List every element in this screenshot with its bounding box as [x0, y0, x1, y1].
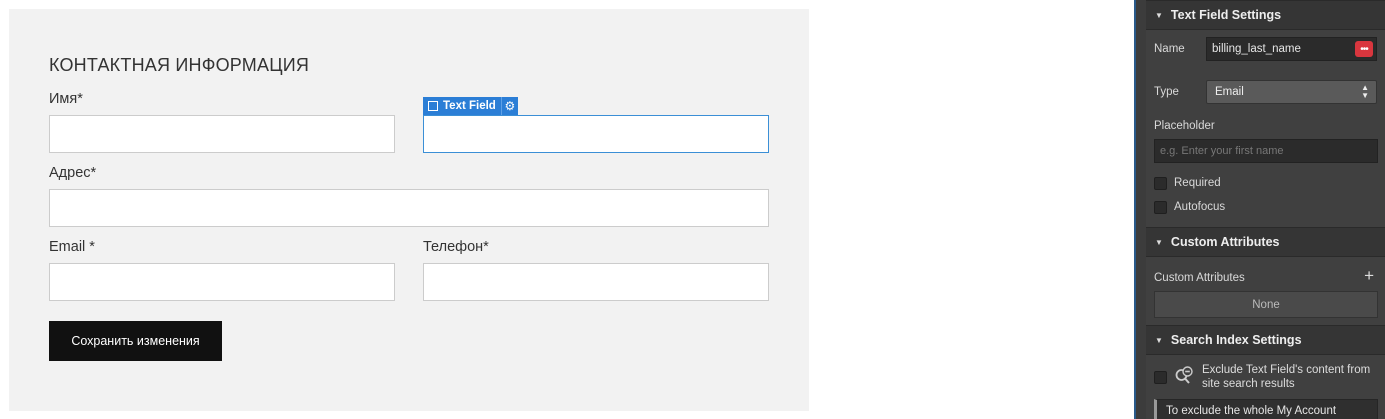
attributes-empty-state: None	[1154, 291, 1378, 318]
selected-element-tag[interactable]: Text Field ⚙	[423, 97, 518, 115]
none-text: None	[1252, 298, 1280, 311]
name-value: billing_last_name	[1212, 43, 1301, 55]
type-label: Type	[1154, 86, 1179, 98]
autofocus-checkbox[interactable]	[1154, 201, 1167, 214]
gear-icon[interactable]: ⚙	[500, 97, 518, 115]
type-value: Email	[1215, 86, 1244, 98]
note-text: To exclude the whole My Account	[1166, 405, 1337, 417]
autofocus-label: Autofocus	[1174, 201, 1226, 213]
last-name-input[interactable]	[423, 115, 769, 153]
exclude-search-label: Exclude Text Field's content from site s…	[1202, 364, 1371, 390]
phone-label: Телефон*	[423, 239, 489, 255]
required-label: Required	[1174, 177, 1221, 189]
name-field[interactable]: billing_last_name •••	[1206, 37, 1377, 61]
add-attribute-icon[interactable]: +	[1364, 266, 1374, 286]
form-title: КОНТАКТНАЯ ИНФОРМАЦИЯ	[49, 55, 310, 75]
first-name-label: Имя*	[49, 91, 83, 107]
section-title: Text Field Settings	[1170, 8, 1282, 22]
panel-edge	[1134, 0, 1136, 419]
exclude-search-checkbox[interactable]	[1154, 371, 1167, 384]
address-input[interactable]	[49, 189, 769, 227]
more-options-icon[interactable]: •••	[1355, 41, 1373, 57]
custom-attributes-label: Custom Attributes	[1154, 272, 1245, 284]
caret-down-icon: ▼	[1155, 237, 1163, 247]
placeholder-input[interactable]: e.g. Enter your first name	[1154, 139, 1378, 163]
phone-input[interactable]	[423, 263, 769, 301]
address-label: Адрес*	[49, 165, 97, 181]
search-exclude-icon	[1175, 366, 1193, 384]
caret-down-icon: ▼	[1155, 335, 1163, 345]
placeholder-hint: e.g. Enter your first name	[1160, 145, 1284, 157]
name-label: Name	[1154, 43, 1185, 55]
placeholder-label: Placeholder	[1154, 120, 1215, 132]
caret-down-icon: ▼	[1155, 10, 1163, 20]
save-changes-button[interactable]: Сохранить изменения	[49, 321, 222, 361]
section-title: Search Index Settings	[1170, 333, 1302, 347]
select-arrows-icon: ▲ ▼	[1361, 83, 1369, 100]
first-name-input[interactable]	[49, 115, 395, 153]
custom-attributes-header[interactable]: ▼ Custom Attributes	[1146, 227, 1385, 257]
contact-form-card: КОНТАКТНАЯ ИНФОРМАЦИЯ Имя* Text Field ⚙ …	[9, 9, 809, 411]
email-label: Email *	[49, 239, 95, 255]
email-input[interactable]	[49, 263, 395, 301]
section-title: Custom Attributes	[1170, 235, 1280, 249]
search-index-settings-header[interactable]: ▼ Search Index Settings	[1146, 325, 1385, 355]
element-tag-label: Text Field	[443, 100, 496, 112]
type-select[interactable]: Email ▲ ▼	[1206, 80, 1377, 104]
search-index-note: To exclude the whole My Account	[1154, 399, 1378, 419]
settings-panel: ▼ Text Field Settings Name billing_last_…	[1146, 0, 1385, 419]
text-field-settings-header[interactable]: ▼ Text Field Settings	[1146, 0, 1385, 30]
element-icon	[428, 101, 438, 111]
required-checkbox[interactable]	[1154, 177, 1167, 190]
